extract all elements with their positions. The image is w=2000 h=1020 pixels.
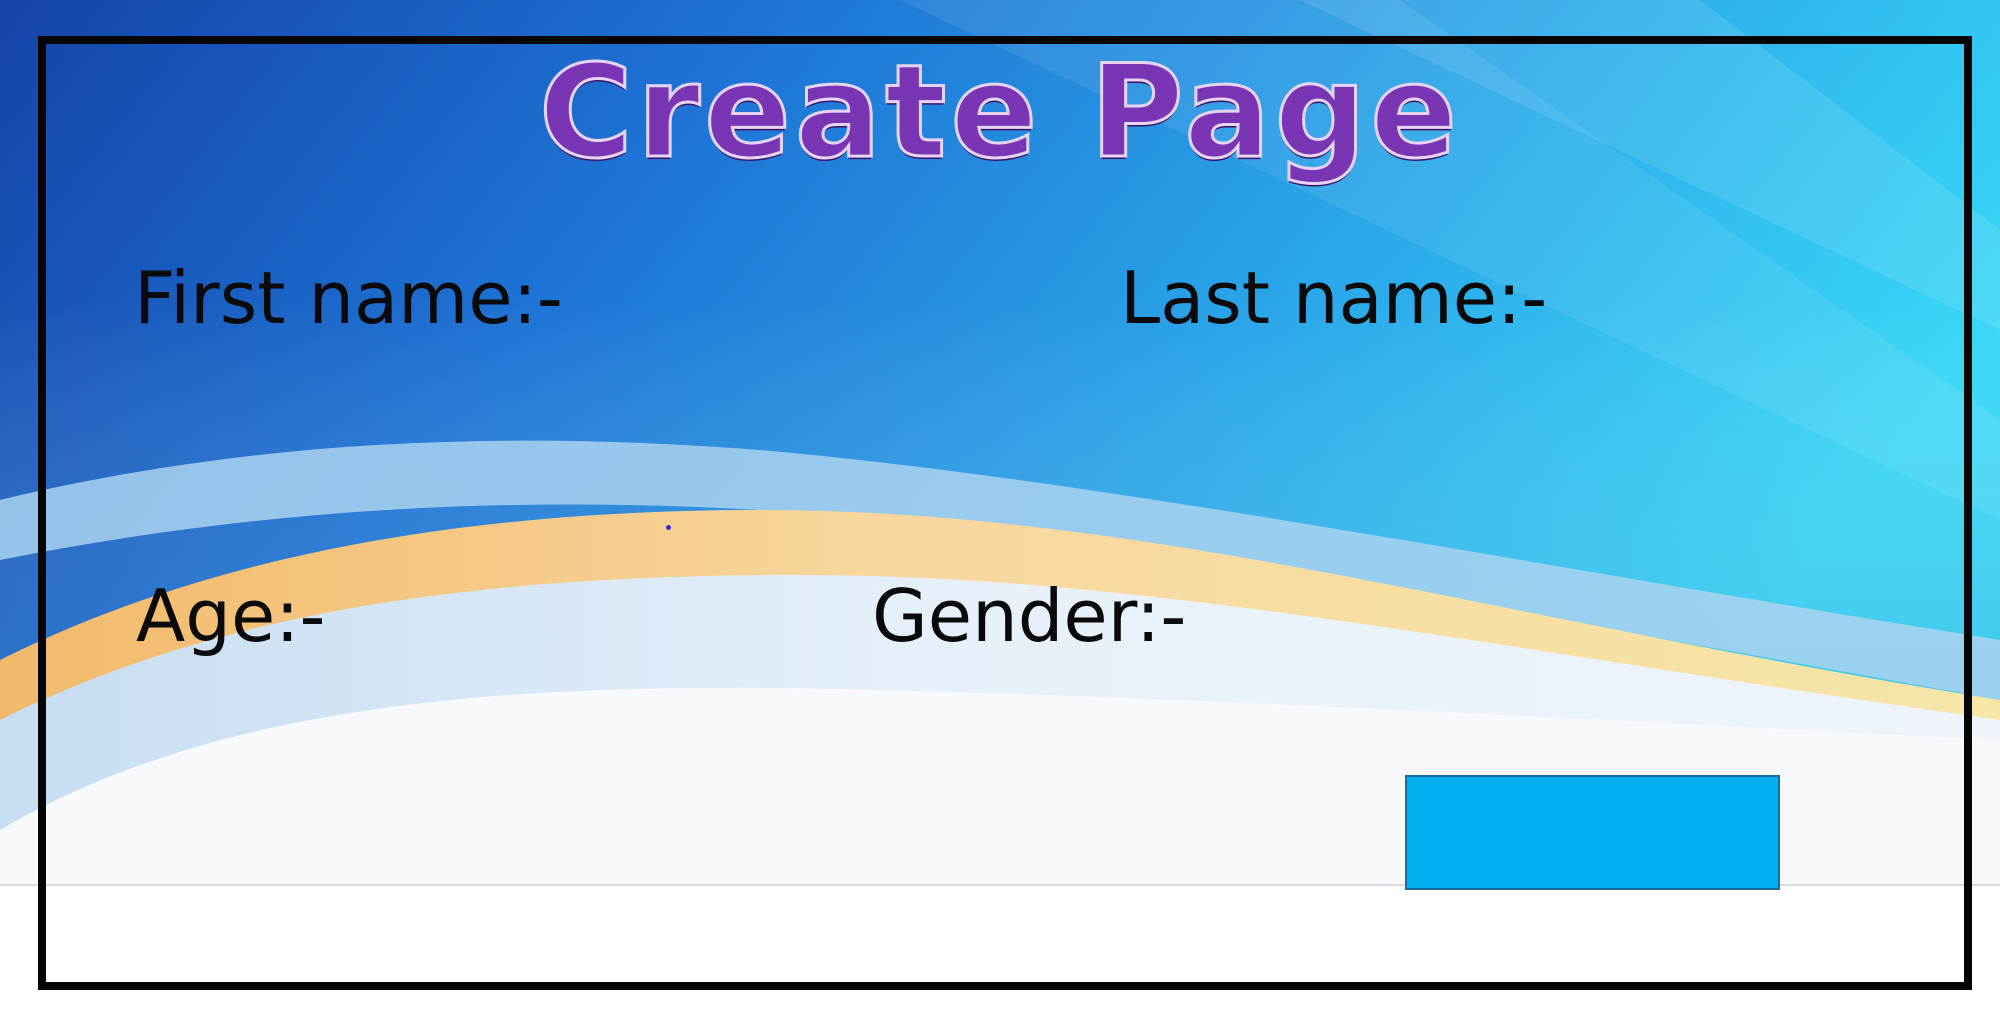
gender-label: Gender:- bbox=[872, 574, 1187, 658]
first-name-label: First name:- bbox=[134, 256, 563, 340]
submit-button[interactable] bbox=[1405, 775, 1780, 890]
age-label: Age:- bbox=[136, 574, 326, 658]
create-page-screen: Create Page First name:- Last name:- Age… bbox=[0, 0, 2000, 1020]
last-name-label: Last name:- bbox=[1120, 256, 1548, 340]
stray-dot-mark bbox=[666, 525, 671, 530]
page-title: Create Page bbox=[538, 37, 1461, 189]
